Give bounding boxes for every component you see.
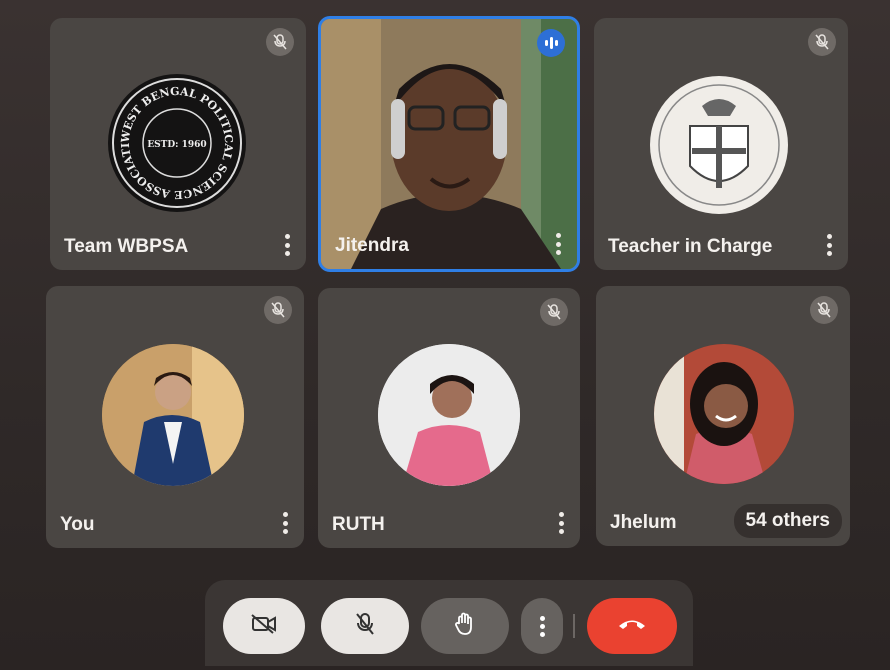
profile-photo — [102, 344, 244, 486]
more-options-icon[interactable] — [282, 512, 288, 534]
participant-tile-you[interactable]: You — [46, 286, 304, 548]
raise-hand-icon — [454, 612, 476, 641]
raise-hand-button[interactable] — [421, 598, 509, 654]
participant-tile-ruth[interactable]: RUTH — [318, 288, 580, 548]
end-call-button[interactable] — [587, 598, 677, 654]
meeting-screen: WEST BENGAL POLITICAL SCIENCE ASSOCIATIO… — [0, 0, 890, 670]
mic-off-icon — [808, 28, 836, 56]
end-call-icon — [617, 617, 647, 636]
profile-photo — [378, 344, 520, 486]
participant-name: Jhelum — [610, 512, 677, 533]
speaking-indicator-icon — [537, 29, 565, 57]
participant-name: Jitendra — [335, 235, 409, 256]
participant-name: RUTH — [332, 514, 385, 535]
mic-off-icon — [810, 296, 838, 324]
participant-name: Team WBPSA — [64, 236, 189, 257]
participant-name: You — [60, 514, 95, 535]
participant-tile-teacher-in-charge[interactable]: Teacher in Charge — [594, 18, 848, 270]
more-options-icon[interactable] — [555, 233, 561, 255]
more-options-icon[interactable] — [284, 234, 290, 256]
more-options-button[interactable] — [521, 598, 563, 654]
camera-off-icon — [251, 613, 277, 639]
participant-name: Teacher in Charge — [608, 236, 773, 257]
camera-video-feed — [321, 19, 577, 269]
mic-off-icon — [355, 612, 375, 641]
participant-tile-jitendra[interactable]: Jitendra — [318, 16, 580, 272]
camera-toggle-button[interactable] — [223, 598, 305, 654]
others-count-badge[interactable]: 54 others — [733, 504, 842, 538]
more-options-icon[interactable] — [558, 512, 564, 534]
more-options-icon — [539, 615, 545, 637]
mic-off-icon — [540, 298, 568, 326]
mic-off-icon — [266, 28, 294, 56]
toolbar-divider — [573, 614, 575, 638]
profile-photo — [654, 344, 794, 484]
mic-toggle-button[interactable] — [321, 598, 409, 654]
svg-text:ESTD: 1960: ESTD: 1960 — [147, 140, 206, 150]
participant-tile-team-wbpsa[interactable]: WEST BENGAL POLITICAL SCIENCE ASSOCIATIO… — [50, 18, 306, 270]
call-controls-toolbar — [205, 580, 693, 666]
more-options-icon[interactable] — [826, 234, 832, 256]
wbpsa-seal-logo: WEST BENGAL POLITICAL SCIENCE ASSOCIATIO… — [108, 74, 246, 212]
participant-tile-jhelum[interactable]: Jhelum 54 others — [596, 286, 850, 546]
college-crest-logo — [650, 76, 788, 214]
mic-off-icon — [264, 296, 292, 324]
